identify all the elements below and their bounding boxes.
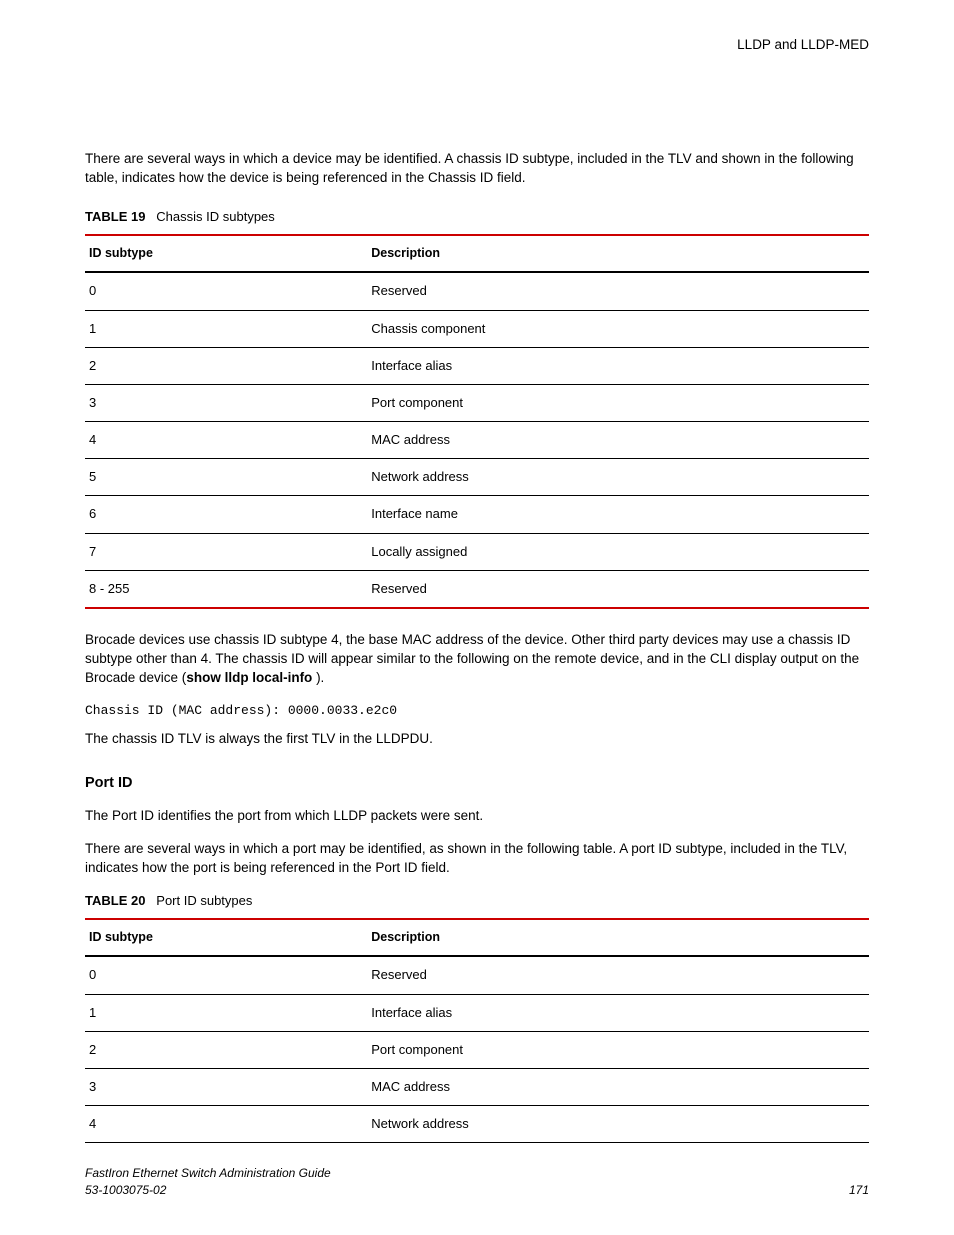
table-row: 5Network address: [85, 459, 869, 496]
table-19-cell: 6: [85, 496, 367, 533]
table-19-cell: 1: [85, 310, 367, 347]
table-20-cell: 3: [85, 1069, 367, 1106]
cli-command: show lldp local-info: [186, 670, 312, 685]
table-row: 8 - 255Reserved: [85, 570, 869, 608]
table-row: 6Interface name: [85, 496, 869, 533]
table-19-header-0: ID subtype: [85, 235, 367, 273]
table-20-title: Port ID subtypes: [156, 893, 252, 908]
table-20-cell: 0: [85, 956, 367, 994]
table-20-cell: 1: [85, 994, 367, 1031]
table-row: 1Chassis component: [85, 310, 869, 347]
table-20-cell: Port component: [367, 1031, 869, 1068]
table-row: 7Locally assigned: [85, 533, 869, 570]
page-footer: FastIron Ethernet Switch Administration …: [85, 1165, 869, 1199]
table-19-cell: Reserved: [367, 570, 869, 608]
table-19-cell: Reserved: [367, 272, 869, 310]
table-20: ID subtype Description 0Reserved1Interfa…: [85, 918, 869, 1143]
table-19-cell: MAC address: [367, 422, 869, 459]
table-20-caption: TABLE 20 Port ID subtypes: [85, 892, 869, 910]
table-row: 3Port component: [85, 384, 869, 421]
table-row: 0Reserved: [85, 272, 869, 310]
table-19-cell: Locally assigned: [367, 533, 869, 570]
intro-paragraph: There are several ways in which a device…: [85, 150, 869, 188]
table-19-header-1: Description: [367, 235, 869, 273]
footer-title: FastIron Ethernet Switch Administration …: [85, 1165, 331, 1182]
table-19-cell: 4: [85, 422, 367, 459]
table-20-cell: MAC address: [367, 1069, 869, 1106]
table-19: ID subtype Description 0Reserved1Chassis…: [85, 234, 869, 609]
table-20-header-1: Description: [367, 919, 869, 957]
table-19-caption: TABLE 19 Chassis ID subtypes: [85, 208, 869, 226]
footer-page-number: 171: [849, 1182, 869, 1199]
table-row: 2Interface alias: [85, 347, 869, 384]
table-20-cell: Reserved: [367, 956, 869, 994]
table-row: 0Reserved: [85, 956, 869, 994]
table-row: 2Port component: [85, 1031, 869, 1068]
table-19-cell: Chassis component: [367, 310, 869, 347]
post-table19-p1b: ).: [312, 670, 324, 685]
table-20-header-0: ID subtype: [85, 919, 367, 957]
table-19-cell: 3: [85, 384, 367, 421]
table-19-cell: 8 - 255: [85, 570, 367, 608]
table-19-cell: 5: [85, 459, 367, 496]
port-id-p1: The Port ID identifies the port from whi…: [85, 807, 869, 826]
table-20-cell: 4: [85, 1106, 367, 1143]
table-row: 4MAC address: [85, 422, 869, 459]
table-19-cell: 7: [85, 533, 367, 570]
table-row: 1Interface alias: [85, 994, 869, 1031]
port-id-p2: There are several ways in which a port m…: [85, 840, 869, 878]
table-row: 3MAC address: [85, 1069, 869, 1106]
page-header-right: LLDP and LLDP-MED: [85, 36, 869, 55]
table-row: 4Network address: [85, 1106, 869, 1143]
table-20-cell: 2: [85, 1031, 367, 1068]
table-19-label: TABLE 19: [85, 209, 145, 224]
post-table19-p1: Brocade devices use chassis ID subtype 4…: [85, 631, 869, 688]
post-table19-p2: The chassis ID TLV is always the first T…: [85, 730, 869, 749]
table-19-cell: Interface alias: [367, 347, 869, 384]
table-19-cell: Network address: [367, 459, 869, 496]
port-id-heading: Port ID: [85, 773, 869, 793]
table-19-cell: Port component: [367, 384, 869, 421]
table-20-label: TABLE 20: [85, 893, 145, 908]
table-19-cell: Interface name: [367, 496, 869, 533]
table-20-cell: Interface alias: [367, 994, 869, 1031]
footer-docnum: 53-1003075-02: [85, 1182, 331, 1199]
code-output: Chassis ID (MAC address): 0000.0033.e2c0: [85, 702, 869, 720]
table-19-cell: 2: [85, 347, 367, 384]
table-20-cell: Network address: [367, 1106, 869, 1143]
table-19-title: Chassis ID subtypes: [156, 209, 275, 224]
table-19-cell: 0: [85, 272, 367, 310]
